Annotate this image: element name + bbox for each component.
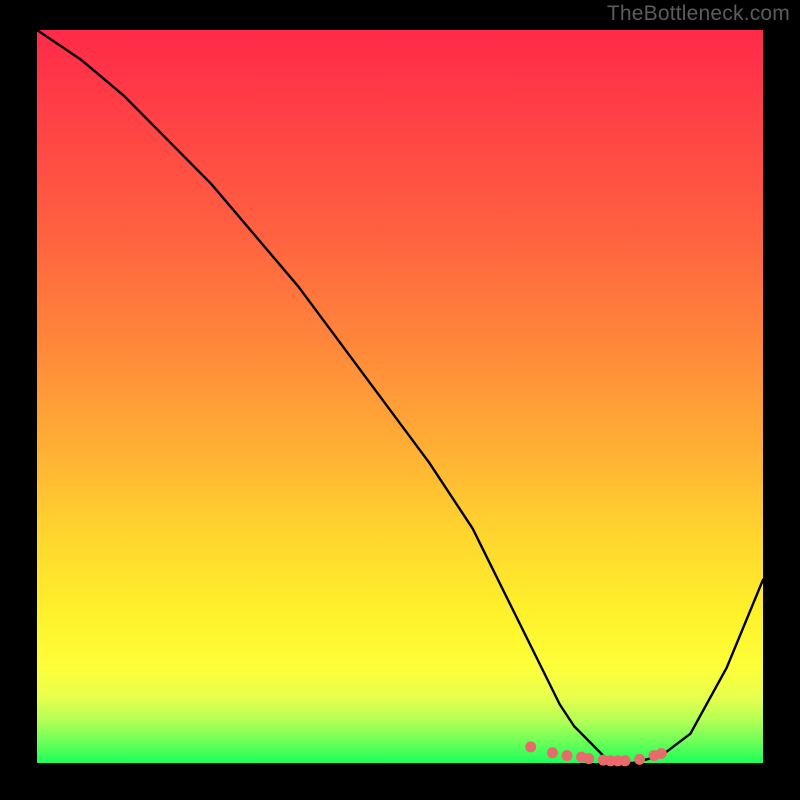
chart-container: TheBottleneck.com [0, 0, 800, 800]
valley-marker [547, 747, 558, 758]
valley-marker [561, 750, 572, 761]
valley-markers [525, 741, 667, 766]
valley-marker [525, 741, 536, 752]
bottleneck-curve [37, 30, 763, 763]
valley-marker [583, 753, 594, 764]
plot-area [37, 30, 763, 763]
valley-marker [656, 748, 667, 759]
curve-svg [37, 30, 763, 763]
valley-marker [620, 755, 631, 766]
valley-marker [634, 754, 645, 765]
watermark-text: TheBottleneck.com [607, 2, 790, 26]
